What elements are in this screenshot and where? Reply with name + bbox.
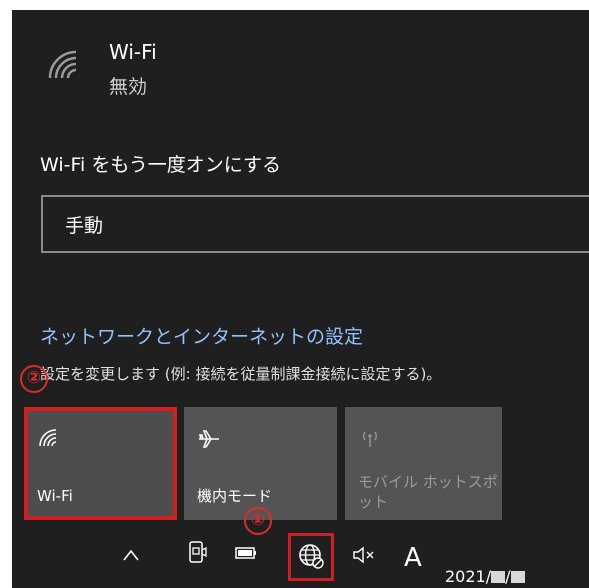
network-flyout: Wi-Fi 無効 Wi-Fi をもう一度オンにする 手動 ネットワークとインター… xyxy=(12,10,589,588)
annotation-step-1: ① xyxy=(244,507,272,535)
tile-label: Wi-Fi xyxy=(37,487,73,505)
chevron-up-icon[interactable] xyxy=(122,546,140,567)
wifi-status: 無効 xyxy=(109,76,148,98)
taskbar-clock[interactable]: 2021// xyxy=(445,567,525,586)
volume-muted-icon[interactable] xyxy=(352,545,378,570)
airplane-icon xyxy=(197,427,221,451)
clock-text: 2021/ xyxy=(445,567,492,586)
wifi-icon xyxy=(46,48,86,88)
annotation-step-2: ② xyxy=(20,365,48,393)
wifi-title: Wi-Fi xyxy=(109,40,157,64)
hotspot-icon xyxy=(358,427,382,451)
mobile-hotspot-tile[interactable]: モバイル ホットスポット xyxy=(345,407,502,520)
battery-icon[interactable] xyxy=(234,544,260,567)
redacted-block xyxy=(510,571,525,583)
reenable-label: Wi-Fi をもう一度オンにする xyxy=(40,154,281,176)
network-settings-link[interactable]: ネットワークとインターネットの設定 xyxy=(40,322,363,349)
tile-label: モバイル ホットスポット xyxy=(358,473,498,511)
ime-indicator[interactable]: A xyxy=(404,543,422,573)
airplane-mode-tile[interactable]: 機内モード xyxy=(184,407,337,520)
wifi-icon xyxy=(37,427,61,451)
meet-now-icon[interactable] xyxy=(187,540,209,571)
network-globe-icon[interactable] xyxy=(297,542,325,575)
dropdown-value: 手動 xyxy=(65,215,104,237)
reenable-dropdown[interactable]: 手動 xyxy=(41,195,589,253)
redacted-block xyxy=(491,571,506,583)
tile-label: 機内モード xyxy=(197,487,273,505)
network-settings-description: 設定を変更します (例: 接続を従量制課金接続に設定する)。 xyxy=(40,365,442,383)
wifi-toggle-tile[interactable]: Wi-Fi xyxy=(24,407,177,520)
